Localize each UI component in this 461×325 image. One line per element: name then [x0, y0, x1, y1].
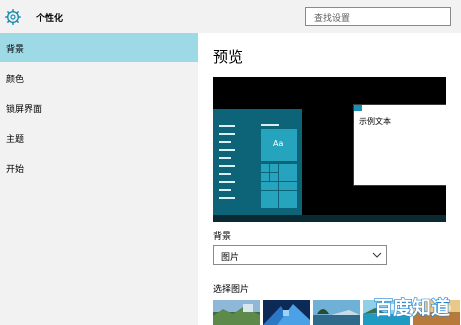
chevron-down-icon — [372, 252, 382, 258]
picture-thumbnail[interactable] — [213, 300, 260, 325]
baidu-zhidao-watermark: 百度知道 — [373, 295, 450, 319]
sidebar-item-label: 开始 — [6, 165, 25, 175]
preview-tile-label: Aa — [273, 139, 284, 148]
title-bar: 个性化 查找设置 — [0, 0, 461, 33]
preview-tile-grid — [261, 164, 297, 208]
preview-taskbar — [213, 215, 446, 222]
sidebar-item-label: 颜色 — [6, 75, 25, 85]
preview-app-list — [219, 125, 235, 205]
preview-tile: Aa — [261, 129, 297, 161]
preview-start-menu: Aa — [213, 109, 302, 215]
desktop-preview: Aa 示例文本 — [213, 77, 446, 222]
sidebar-item-themes[interactable]: 主题 — [0, 123, 198, 152]
background-dropdown-value: 图片 — [221, 253, 240, 263]
background-dropdown[interactable]: 图片 — [213, 245, 387, 265]
preview-tile-header — [261, 124, 279, 126]
page-title: 预览 — [213, 48, 244, 66]
sidebar-item-label: 背景 — [6, 45, 25, 55]
sidebar-item-start[interactable]: 开始 — [0, 153, 198, 182]
sidebar-item-colors[interactable]: 颜色 — [0, 63, 198, 92]
picture-thumbnail[interactable] — [313, 300, 360, 325]
search-input[interactable]: 查找设置 — [305, 7, 451, 26]
svg-text:百度知道: 百度知道 — [374, 296, 450, 319]
sidebar-item-label: 锁屏界面 — [6, 105, 43, 115]
sidebar-item-background[interactable]: 背景 — [0, 33, 198, 62]
window-title: 个性化 — [36, 14, 64, 24]
main-content: 预览 Aa 示例文本 背景 图片 选择图片 — [198, 33, 461, 325]
window-accent — [354, 105, 362, 111]
sidebar: 背景 颜色 锁屏界面 主题 开始 — [0, 33, 198, 325]
background-label: 背景 — [213, 232, 232, 242]
preview-sample-text: 示例文本 — [359, 117, 391, 126]
sidebar-item-label: 主题 — [6, 135, 25, 145]
search-placeholder: 查找设置 — [314, 14, 351, 24]
choose-picture-label: 选择图片 — [213, 285, 250, 295]
picture-thumbnail[interactable] — [263, 300, 310, 325]
gear-icon — [5, 9, 21, 25]
preview-sample-window: 示例文本 — [353, 104, 446, 186]
sidebar-item-lock-screen[interactable]: 锁屏界面 — [0, 93, 198, 122]
